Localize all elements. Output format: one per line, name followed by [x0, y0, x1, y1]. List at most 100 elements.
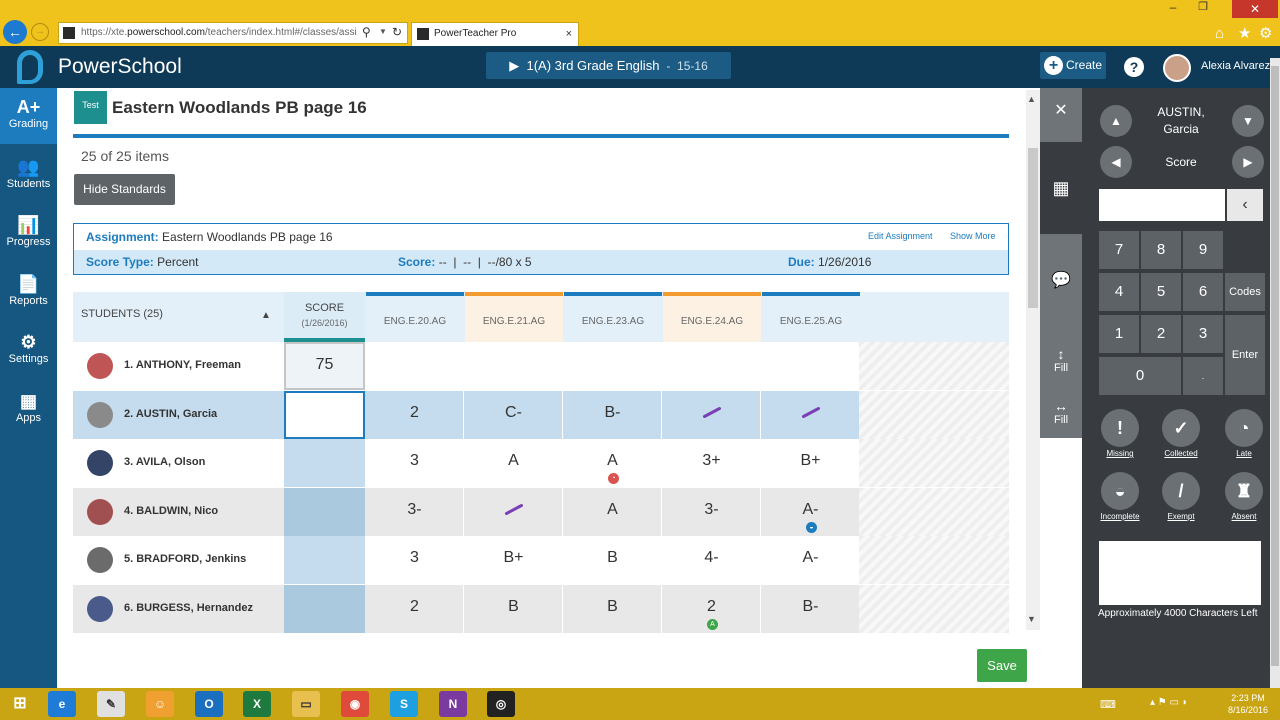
- fill-vertical-button[interactable]: ↕ Fill: [1040, 346, 1082, 374]
- hide-standards-button[interactable]: Hide Standards: [74, 174, 175, 205]
- standard-grade-cell[interactable]: A: [465, 439, 563, 487]
- fill-horizontal-button[interactable]: ↔ Fill: [1040, 398, 1082, 426]
- next-student-down-icon[interactable]: ▼: [1232, 105, 1264, 137]
- standard-grade-cell[interactable]: 2: [366, 390, 464, 439]
- next-field-right-icon[interactable]: ▶: [1232, 146, 1264, 178]
- standard-grade-cell[interactable]: 2: [366, 584, 464, 633]
- standard-grade-cell[interactable]: B: [564, 584, 662, 633]
- address-bar[interactable]: https://xte.powerschool.com/teachers/ind…: [58, 22, 408, 44]
- incomplete-icon[interactable]: ◒: [1101, 472, 1139, 510]
- standard-grade-cell[interactable]: 3: [366, 536, 464, 584]
- standard-grade-cell[interactable]: [564, 342, 662, 390]
- keyboard-icon[interactable]: ⌨: [1100, 698, 1116, 711]
- table-row[interactable]: 2. AUSTIN, Garcia 2 C- B-: [73, 390, 1009, 439]
- collected-check-icon[interactable]: ✓: [1162, 409, 1200, 447]
- obs-icon[interactable]: ◎: [487, 691, 515, 717]
- comment-textarea[interactable]: [1099, 541, 1261, 605]
- standard-grade-cell[interactable]: B-: [762, 584, 860, 633]
- forward-button[interactable]: →: [31, 23, 49, 41]
- close-window-button[interactable]: ✕: [1232, 0, 1278, 18]
- standard-grade-cell[interactable]: C-: [465, 390, 563, 439]
- nav-item-progress[interactable]: 📊 Progress: [0, 206, 57, 262]
- code-label[interactable]: Missing: [1100, 449, 1140, 458]
- standard-column-header[interactable]: ENG.E.24.AG: [663, 292, 761, 342]
- standard-grade-cell[interactable]: A-: [762, 536, 860, 584]
- sort-ascending-icon[interactable]: ▲: [261, 310, 271, 321]
- maximize-button[interactable]: ❐: [1194, 0, 1212, 14]
- standard-grade-cell[interactable]: 3+: [663, 439, 761, 487]
- nav-item-grading[interactable]: A+ Grading: [0, 88, 57, 144]
- standard-grade-cell[interactable]: [663, 342, 761, 390]
- score-cell[interactable]: 75: [284, 342, 365, 390]
- create-button[interactable]: + Create: [1040, 52, 1106, 79]
- class-selector-button[interactable]: ▶ 1(A) 3rd Grade English - 15-16: [486, 52, 731, 79]
- score-column-header[interactable]: SCORE (1/26/2016): [284, 292, 365, 342]
- windows-start-icon[interactable]: ⊞: [6, 691, 34, 717]
- skype-icon[interactable]: S: [390, 691, 418, 717]
- table-row[interactable]: 5. BRADFORD, Jenkins 3 B+ B 4- A-: [73, 536, 1009, 584]
- standard-grade-cell[interactable]: [762, 390, 860, 439]
- keypad-key[interactable]: .: [1183, 357, 1223, 395]
- keypad-key[interactable]: 2: [1141, 315, 1181, 353]
- standard-grade-cell[interactable]: [366, 342, 464, 390]
- table-row[interactable]: 1. ANTHONY, Freeman 75: [73, 342, 1009, 390]
- standard-grade-cell[interactable]: B+: [762, 439, 860, 487]
- tools-gear-icon[interactable]: ⚙: [1259, 24, 1272, 42]
- missing-icon[interactable]: !: [1101, 409, 1139, 447]
- standard-grade-cell[interactable]: A: [564, 487, 662, 536]
- excel-icon[interactable]: X: [243, 691, 271, 717]
- edit-assignment-link[interactable]: Edit Assignment: [868, 231, 933, 241]
- help-icon[interactable]: ?: [1124, 57, 1144, 77]
- code-label[interactable]: Incomplete: [1100, 512, 1140, 521]
- score-cell[interactable]: [284, 584, 365, 633]
- favorites-icon[interactable]: ★: [1238, 24, 1251, 42]
- score-cell[interactable]: [284, 536, 365, 584]
- keypad-key[interactable]: 4: [1099, 273, 1139, 311]
- score-cell[interactable]: [284, 390, 365, 439]
- show-more-link[interactable]: Show More: [950, 231, 996, 241]
- standard-grade-cell[interactable]: B+: [465, 536, 563, 584]
- exempt-slash-icon[interactable]: /: [1162, 472, 1200, 510]
- standard-column-header[interactable]: ENG.E.21.AG: [465, 292, 563, 342]
- user-avatar[interactable]: [1163, 54, 1191, 82]
- student-name[interactable]: 3. AVILA, Olson: [124, 456, 205, 468]
- page-scrollbar-thumb[interactable]: [1271, 66, 1279, 666]
- standard-grade-cell[interactable]: [465, 487, 563, 536]
- standard-column-header[interactable]: ENG.E.20.AG: [366, 292, 464, 342]
- scroll-up-icon[interactable]: ▲: [1027, 94, 1036, 104]
- back-button[interactable]: ←: [3, 20, 27, 44]
- student-name[interactable]: 1. ANTHONY, Freeman: [124, 359, 241, 371]
- scroll-down-icon[interactable]: ▼: [1027, 614, 1036, 624]
- score-input[interactable]: [1099, 189, 1225, 221]
- keypad-key[interactable]: 0: [1099, 357, 1181, 395]
- standard-grade-cell[interactable]: A ◔: [564, 439, 662, 487]
- people-icon[interactable]: ☺: [146, 691, 174, 717]
- keypad-key[interactable]: 9: [1183, 231, 1223, 269]
- grid-view-icon[interactable]: ▦: [1040, 142, 1082, 234]
- grid-scrollbar-thumb[interactable]: [1028, 148, 1038, 308]
- nav-item-students[interactable]: 👥 Students: [0, 148, 57, 204]
- score-cell[interactable]: [284, 487, 365, 536]
- user-name[interactable]: Alexia Alvarez: [1201, 60, 1270, 72]
- search-icon[interactable]: ⚲: [362, 22, 378, 42]
- table-row[interactable]: 3. AVILA, Olson 3 A A ◔ 3+ B+: [73, 439, 1009, 487]
- file-explorer-icon[interactable]: ▭: [292, 691, 320, 717]
- standard-grade-cell[interactable]: A- ◒: [762, 487, 860, 536]
- standard-grade-cell[interactable]: 4-: [663, 536, 761, 584]
- standard-grade-cell[interactable]: B: [564, 536, 662, 584]
- standard-grade-cell[interactable]: [762, 342, 860, 390]
- codes-button[interactable]: Codes: [1225, 273, 1265, 311]
- refresh-icon[interactable]: ↻: [392, 22, 406, 42]
- chrome-icon[interactable]: ◉: [341, 691, 369, 717]
- code-label[interactable]: Absent: [1224, 512, 1264, 521]
- standard-grade-cell[interactable]: 2A: [663, 584, 761, 633]
- student-name[interactable]: 4. BALDWIN, Nico: [124, 505, 218, 517]
- clock[interactable]: 2:23 PM 8/16/2016: [1228, 692, 1268, 716]
- student-name[interactable]: 2. AUSTIN, Garcia: [124, 408, 217, 420]
- chevron-down-icon[interactable]: ▼: [379, 22, 389, 42]
- standard-grade-cell[interactable]: 3-: [366, 487, 464, 536]
- standard-grade-cell[interactable]: [465, 342, 563, 390]
- tab-close-icon[interactable]: ×: [566, 23, 572, 45]
- keypad-key[interactable]: 5: [1141, 273, 1181, 311]
- table-row[interactable]: 6. BURGESS, Hernandez 2 B B 2 A B-: [73, 584, 1009, 633]
